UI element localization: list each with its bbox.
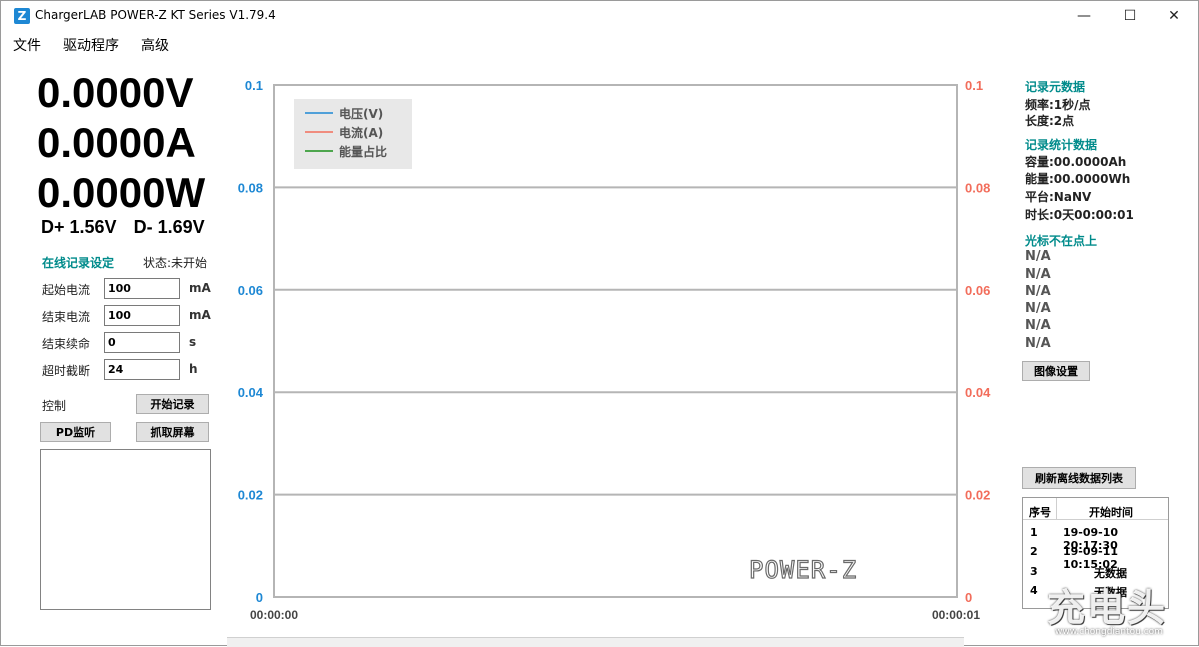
right-tick-label: 0.1 [965, 78, 983, 93]
record-stats-title: 记录统计数据 [1025, 138, 1098, 152]
left-axis: 0.1 0.08 0.06 0.04 0.02 0 [238, 78, 264, 605]
refresh-offline-list-button[interactable]: 刷新离线数据列表 [1022, 467, 1136, 489]
title-bar[interactable]: Z ChargerLAB POWER-Z KT Series V1.79.4 —… [1, 1, 1198, 31]
capture-screen-button[interactable]: 抓取屏幕 [136, 422, 209, 442]
end-current-unit: mA [189, 308, 211, 322]
right-tick-label: 0.06 [965, 283, 990, 298]
watermark: 充电头 www.chongdiantou.com [1041, 589, 1193, 639]
col-header-index: 序号 [1029, 506, 1051, 519]
close-button[interactable]: ✕ [1151, 1, 1197, 31]
stat-energy: 能量:00.0000Wh [1025, 172, 1131, 186]
left-tick-label: 0.08 [238, 180, 263, 195]
log-textarea[interactable] [40, 449, 211, 610]
legend-label: 电流(A) [339, 125, 383, 140]
row-time[interactable]: 无数据 [1094, 565, 1127, 581]
x-tick-label: 00:00:00 [250, 608, 298, 622]
col-header-start-time: 开始时间 [1089, 506, 1133, 519]
minimize-button[interactable]: — [1061, 1, 1107, 31]
cursor-value: N/A [1025, 267, 1051, 282]
row-index[interactable]: 2 [1030, 545, 1038, 558]
stat-duration: 时长:0天00:00:01 [1025, 208, 1134, 222]
start-current-unit: mA [189, 281, 211, 295]
voltage-reading: 0.0000V [37, 69, 194, 116]
x-tick-label: 00:00:01 [932, 608, 980, 622]
dminus-reading: D- 1.69V [133, 217, 205, 237]
end-extend-label: 结束续命 [42, 337, 91, 351]
cursor-value: N/A [1025, 336, 1051, 351]
row-index[interactable]: 4 [1030, 584, 1038, 597]
power-z-logo: POWER-Z [748, 555, 857, 584]
record-meta-title: 记录元数据 [1025, 80, 1086, 94]
right-axis: 0.1 0.08 0.06 0.04 0.02 0 [965, 78, 991, 605]
maximize-button[interactable]: ☐ [1107, 1, 1153, 31]
table-divider [1056, 498, 1057, 520]
menu-driver[interactable]: 驱动程序 [51, 32, 129, 56]
start-record-button[interactable]: 开始记录 [136, 394, 209, 414]
left-tick-label: 0.06 [238, 283, 263, 298]
dplus-reading: D+ 1.56V [41, 217, 117, 237]
control-label: 控制 [42, 399, 67, 413]
start-current-input[interactable]: 100 [104, 278, 180, 299]
image-settings-button[interactable]: 图像设置 [1022, 361, 1090, 381]
timeout-input[interactable]: 24 [104, 359, 180, 380]
cursor-value: N/A [1025, 301, 1051, 316]
cursor-value: N/A [1025, 318, 1051, 333]
watermark-url: www.chongdiantou.com [1055, 627, 1163, 637]
right-tick-label: 0.08 [965, 180, 990, 195]
left-tick-label: 0.1 [245, 78, 263, 93]
cursor-value: N/A [1025, 249, 1051, 264]
x-axis: 00:00:00 00:00:01 [250, 608, 980, 622]
menu-bar: 文件 驱动程序 高级 [1, 32, 179, 56]
end-extend-input[interactable]: 0 [104, 332, 180, 353]
row-index[interactable]: 3 [1030, 565, 1038, 578]
app-logo-icon: Z [14, 8, 30, 24]
chart-area[interactable]: 0.1 0.08 0.06 0.04 0.02 0 0.1 0.08 0.06 0.04 0.02… [227, 67, 997, 637]
chart-grid [274, 186, 957, 496]
record-frequency: 频率:1秒/点 [1025, 98, 1091, 112]
current-reading: 0.0000A [37, 119, 196, 166]
timeout-label: 超时截断 [42, 364, 91, 378]
power-z-logo-text: POWER-Z [749, 556, 857, 584]
stat-capacity: 容量:00.0000Ah [1025, 155, 1127, 169]
record-status: 状态:未开始 [143, 256, 208, 270]
timeout-unit: h [189, 362, 198, 376]
right-tick-label: 0.04 [965, 385, 991, 400]
data-line-voltages: D+ 1.56V D- 1.69V [41, 217, 217, 238]
legend-label: 能量占比 [339, 144, 387, 159]
cursor-status-title: 光标不在点上 [1025, 234, 1098, 248]
left-tick-label: 0.04 [238, 385, 264, 400]
row-index[interactable]: 1 [1030, 526, 1038, 539]
right-tick-label: 0 [965, 590, 972, 605]
end-current-label: 结束电流 [42, 310, 91, 324]
watermark-logo: 充电头 [1047, 586, 1168, 630]
left-tick-label: 0 [256, 590, 263, 605]
menu-advanced[interactable]: 高级 [129, 32, 179, 56]
record-length: 长度:2点 [1025, 114, 1075, 128]
window-title: ChargerLAB POWER-Z KT Series V1.79.4 [35, 8, 276, 22]
right-tick-label: 0.02 [965, 488, 990, 503]
menu-file[interactable]: 文件 [1, 32, 51, 56]
start-current-label: 起始电流 [42, 283, 91, 297]
chart-legend: 电压(V) 电流(A) 能量占比 [294, 99, 412, 169]
pd-monitor-button[interactable]: PD监听 [40, 422, 111, 442]
stat-platform: 平台:NaNV [1025, 190, 1092, 204]
cursor-value: N/A [1025, 284, 1051, 299]
online-record-title: 在线记录设定 [42, 256, 115, 270]
power-reading: 0.0000W [37, 169, 206, 216]
left-tick-label: 0.02 [238, 488, 263, 503]
end-current-input[interactable]: 100 [104, 305, 180, 326]
app-window: Z ChargerLAB POWER-Z KT Series V1.79.4 —… [0, 0, 1199, 647]
legend-label: 电压(V) [339, 106, 383, 121]
end-extend-unit: s [189, 335, 197, 349]
